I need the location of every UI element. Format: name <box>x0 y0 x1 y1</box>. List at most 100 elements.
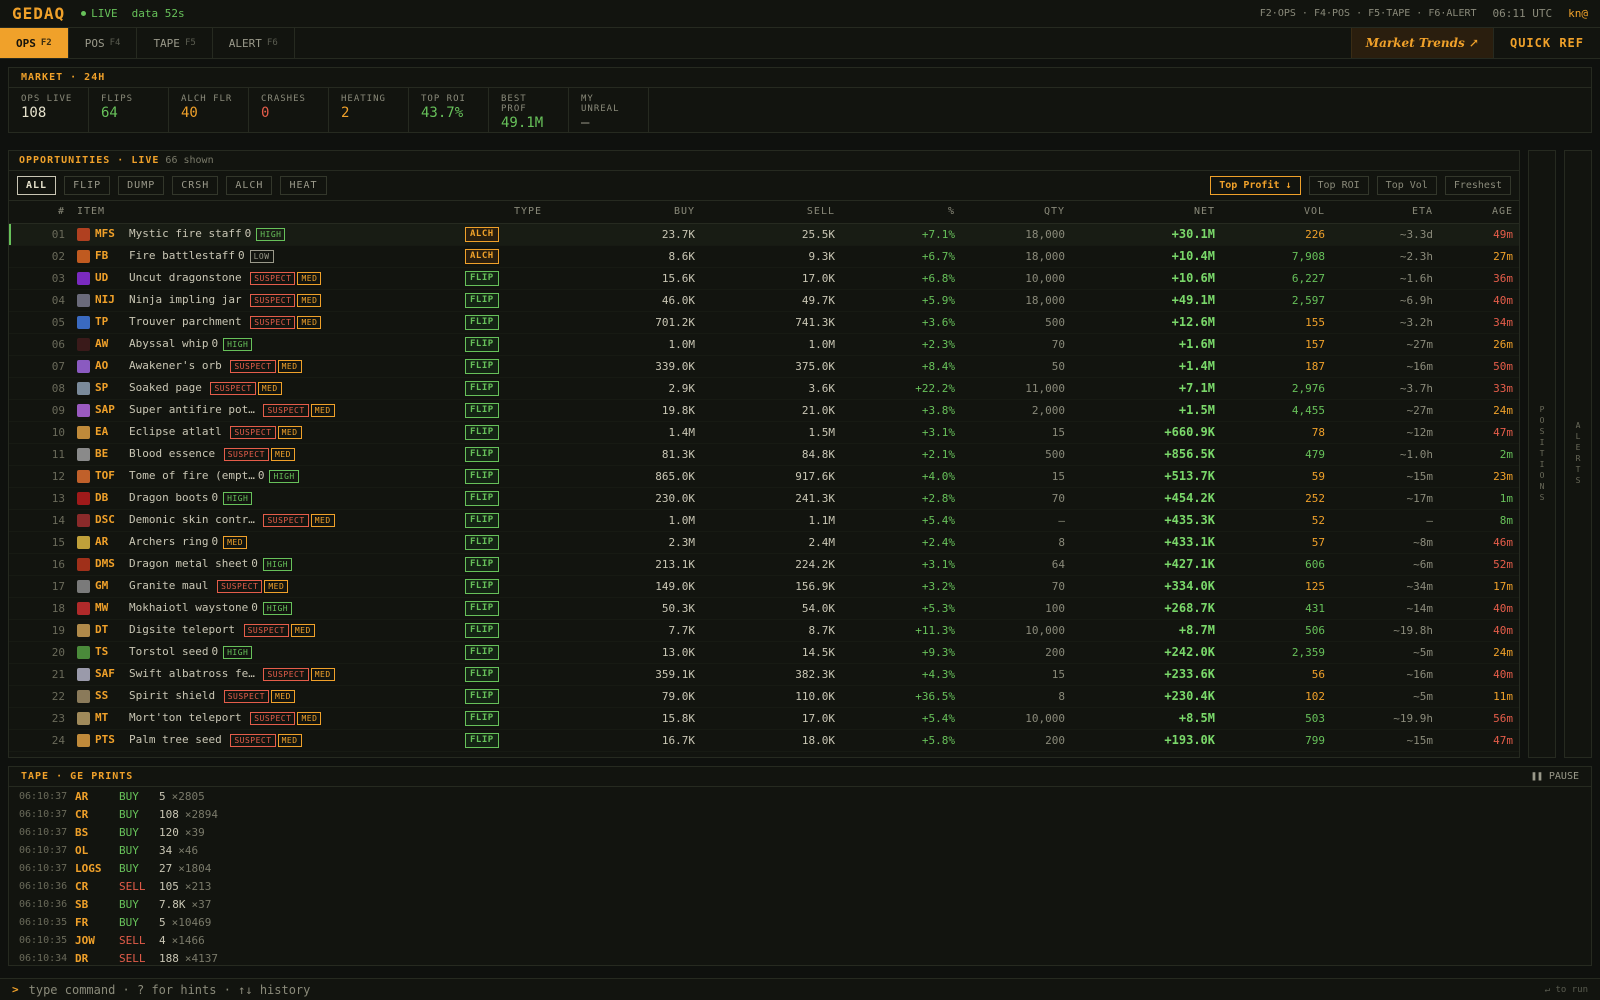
quantity: 8 <box>961 531 1071 554</box>
table-row[interactable]: 23 MT Mort'ton teleport SUSPECT MED FLIP 15.8… <box>9 707 1519 730</box>
table-row[interactable]: 14 DSC Demonic skin contr… SUSPECT MED FLIP 1… <box>9 509 1519 532</box>
print-symbol[interactable]: BS <box>75 826 119 839</box>
tab-alert[interactable]: ALERT F6 <box>213 28 295 58</box>
item-name[interactable]: Granite maul <box>129 579 208 592</box>
tab-tape[interactable]: TAPE F5 <box>137 28 213 58</box>
item-name[interactable]: Demonic skin contr… <box>129 513 255 526</box>
item-name[interactable]: Ninja impling jar <box>129 293 242 306</box>
quick-ref-button[interactable]: QUICK REF <box>1492 28 1600 58</box>
table-row[interactable]: 01 MFS Mystic fire staff 0 HIGH ALCH 23.7K 25.5… <box>9 223 1519 246</box>
table-row[interactable]: 17 GM Granite maul SUSPECT MED FLIP 149.0K 156… <box>9 575 1519 598</box>
user-menu[interactable]: kn@ <box>1568 7 1588 20</box>
item-name[interactable]: Eclipse atlatl <box>129 425 222 438</box>
filter-alch[interactable]: ALCH <box>226 176 273 195</box>
type-badge: FLIP <box>465 623 499 638</box>
alerts-drawer-toggle[interactable]: ALERTS <box>1564 150 1592 758</box>
table-row[interactable]: 19 DT Digsite teleport SUSPECT MED FLIP 7.7K 8… <box>9 619 1519 642</box>
stat-alch-flr: ALCH FLR 40 <box>169 88 249 132</box>
table-row[interactable]: 09 SAP Super antifire pot… SUSPECT MED FLIP 1… <box>9 399 1519 422</box>
filter-crsh[interactable]: CRSH <box>172 176 219 195</box>
table-row[interactable]: 04 NIJ Ninja impling jar SUSPECT MED FLIP 46.… <box>9 289 1519 312</box>
print-symbol[interactable]: FR <box>75 916 119 929</box>
item-icon <box>77 557 90 571</box>
table-row[interactable]: 02 FB Fire battlestaff 0 LOW ALCH 8.6K 9.3K +6.7… <box>9 245 1519 268</box>
row-number: 19 <box>9 619 71 642</box>
item-name[interactable]: Trouver parchment <box>129 315 242 328</box>
table-row[interactable]: 16 DMS Dragon metal sheet 0 HIGH FLIP 213.1K 22… <box>9 553 1519 576</box>
tape-row: 06:10:37 AR BUY 5 ×2805 <box>9 787 1591 805</box>
table-row[interactable]: 07 AO Awakener's orb SUSPECT MED FLIP 339.0K 3… <box>9 355 1519 378</box>
filter-heat[interactable]: HEAT <box>280 176 327 195</box>
print-symbol[interactable]: CR <box>75 880 119 893</box>
sort-top-roi[interactable]: Top ROI <box>1308 176 1369 195</box>
print-symbol[interactable]: SB <box>75 898 119 911</box>
sort-freshest[interactable]: Freshest <box>1444 176 1511 195</box>
item-name[interactable]: Tome of fire (empt… <box>129 469 255 482</box>
eta: — <box>1331 509 1439 532</box>
sort-top-profit[interactable]: Top Profit ↓ <box>1210 176 1301 195</box>
filter-flip[interactable]: FLIP <box>64 176 111 195</box>
table-row[interactable]: 11 BE Blood essence SUSPECT MED FLIP 81.3K 84.… <box>9 443 1519 466</box>
print-symbol[interactable]: JOW <box>75 934 119 947</box>
item-name[interactable]: Mystic fire staff <box>129 227 242 240</box>
tab-ops[interactable]: OPS F2 <box>0 28 69 58</box>
item-name[interactable]: Dragon boots <box>129 491 208 504</box>
print-qty: ×39 <box>184 825 205 839</box>
col-vol[interactable]: VOL <box>1221 201 1331 224</box>
item-name[interactable]: Torstol seed <box>129 645 208 658</box>
item-name[interactable]: Abyssal whip <box>129 337 208 350</box>
item-name[interactable]: Mokhaiotl waystone <box>129 601 248 614</box>
item-name[interactable]: Blood essence <box>129 447 215 460</box>
table-row[interactable]: 15 AR Archers ring 0 MED FLIP 2.3M 2.4M +2.4% 8 +4… <box>9 531 1519 554</box>
col-type[interactable]: TYPE <box>459 201 561 224</box>
print-symbol[interactable]: AR <box>75 790 119 803</box>
col-item[interactable]: ITEM <box>71 201 459 224</box>
item-name[interactable]: Dragon metal sheet <box>129 557 248 570</box>
item-name[interactable]: Spirit shield <box>129 689 215 702</box>
tab-pos[interactable]: POS F4 <box>69 28 138 58</box>
print-symbol[interactable]: LOGS <box>75 862 119 875</box>
table-row[interactable]: 10 EA Eclipse atlatl SUSPECT MED FLIP 1.4M 1.5… <box>9 421 1519 444</box>
item-name[interactable]: Palm tree seed <box>129 733 222 746</box>
col-pct[interactable]: % <box>841 201 961 224</box>
table-row[interactable]: 18 MW Mokhaiotl waystone 0 HIGH FLIP 50.3K 54.0… <box>9 597 1519 620</box>
table-row[interactable]: 05 TP Trouver parchment SUSPECT MED FLIP 701.… <box>9 311 1519 334</box>
print-symbol[interactable]: CR <box>75 808 119 821</box>
col-net[interactable]: NET <box>1071 201 1221 224</box>
col-num[interactable]: # <box>9 201 71 224</box>
item-name[interactable]: Awakener's orb <box>129 359 222 372</box>
table-row[interactable]: 06 AW Abyssal whip 0 HIGH FLIP 1.0M 1.0M +2.3% 70… <box>9 333 1519 356</box>
item-name[interactable]: Super antifire pot… <box>129 403 255 416</box>
item-name[interactable]: Soaked page <box>129 381 202 394</box>
col-qty[interactable]: QTY <box>961 201 1071 224</box>
filter-dump[interactable]: DUMP <box>118 176 165 195</box>
table-row[interactable]: 03 UD Uncut dragonstone SUSPECT MED FLIP 15.6… <box>9 267 1519 290</box>
command-input[interactable]: type command · ? for hints · ↑↓ history <box>29 983 311 997</box>
col-eta[interactable]: ETA <box>1331 201 1439 224</box>
filter-all[interactable]: ALL <box>17 176 57 195</box>
market-trends-button[interactable]: Market Trends ↗ <box>1350 28 1493 58</box>
col-age[interactable]: AGE <box>1439 201 1519 224</box>
item-name[interactable]: Mort'ton teleport <box>129 711 242 724</box>
table-row[interactable]: 08 SP Soaked page SUSPECT MED FLIP 2.9K 3.6K +2… <box>9 377 1519 400</box>
print-symbol[interactable]: DR <box>75 952 119 965</box>
item-name[interactable]: Archers ring <box>129 535 208 548</box>
item-name[interactable]: Fire battlestaff <box>129 249 235 262</box>
pause-button[interactable]: ❚❚ PAUSE <box>1531 771 1579 782</box>
table-row[interactable]: 13 DB Dragon boots 0 HIGH FLIP 230.0K 241.3K +2.… <box>9 487 1519 510</box>
table-row[interactable]: 20 TS Torstol seed 0 HIGH FLIP 13.0K 14.5K +9.3%… <box>9 641 1519 664</box>
item-name[interactable]: Uncut dragonstone <box>129 271 242 284</box>
positions-drawer-toggle[interactable]: POSITIONS <box>1528 150 1556 758</box>
col-buy[interactable]: BUY <box>561 201 701 224</box>
app-logo[interactable]: GEDAQ <box>12 4 65 23</box>
table-row[interactable]: 22 SS Spirit shield SUSPECT MED FLIP 79.0K 110… <box>9 685 1519 708</box>
item-code: TOF <box>95 469 115 483</box>
item-name[interactable]: Swift albatross fe… <box>129 667 255 680</box>
table-row[interactable]: 21 SAF Swift albatross fe… SUSPECT MED FLIP 3… <box>9 663 1519 686</box>
col-sell[interactable]: SELL <box>701 201 841 224</box>
table-row[interactable]: 24 PTS Palm tree seed SUSPECT MED FLIP 16.7K 1… <box>9 729 1519 752</box>
print-symbol[interactable]: OL <box>75 844 119 857</box>
item-name[interactable]: Digsite teleport <box>129 623 235 636</box>
sort-top-vol[interactable]: Top Vol <box>1376 176 1437 195</box>
table-row[interactable]: 12 TOF Tome of fire (empt… 0 HIGH FLIP 865.0K 9… <box>9 465 1519 488</box>
